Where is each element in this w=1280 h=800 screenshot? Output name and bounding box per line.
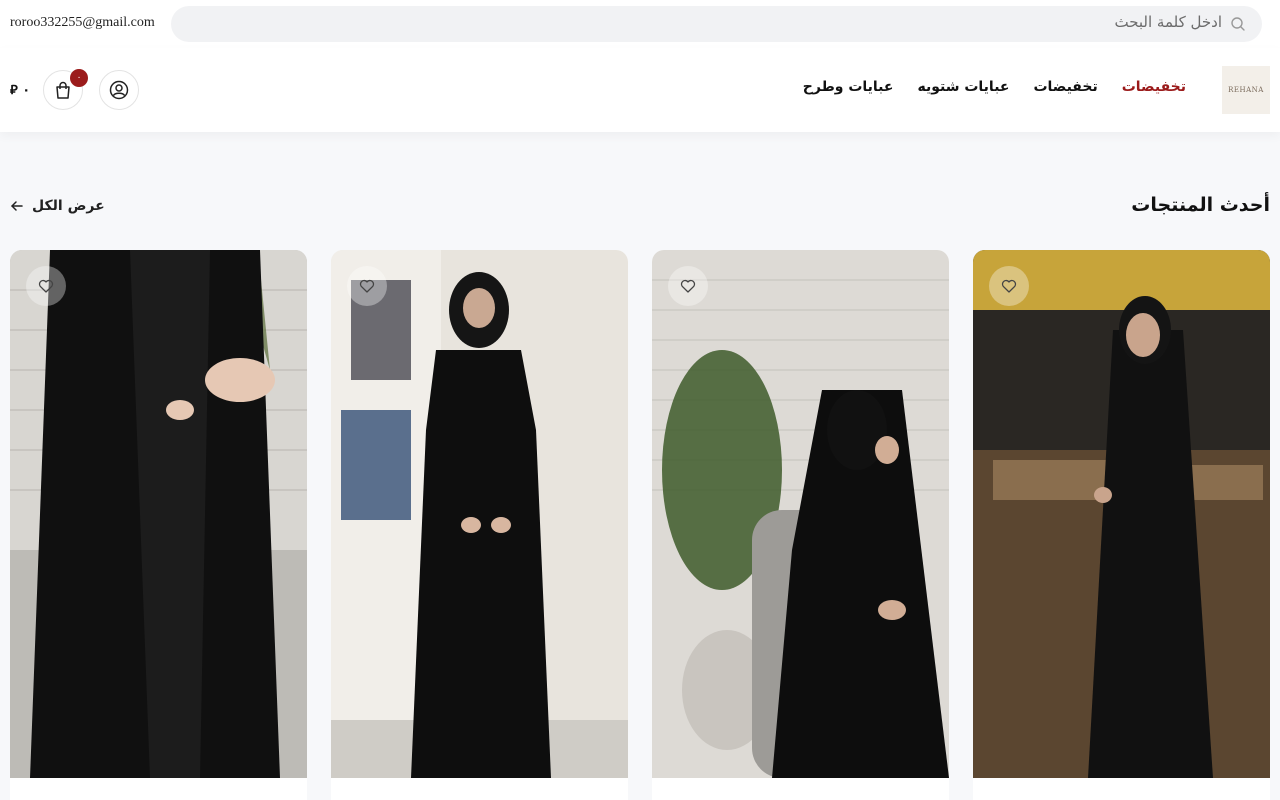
user-icon: [109, 80, 129, 100]
favorite-button[interactable]: [347, 266, 387, 306]
product-card[interactable]: [973, 250, 1270, 800]
view-all-link[interactable]: عرض الكل: [10, 198, 105, 214]
search-icon: [1231, 17, 1245, 31]
search-input[interactable]: ادخل كلمة البحث: [171, 6, 1262, 42]
heart-icon: [38, 279, 54, 293]
product-image[interactable]: [652, 250, 949, 778]
favorite-button[interactable]: [989, 266, 1029, 306]
nav-item-winter-abayas[interactable]: عبايات شتويه: [917, 79, 1009, 95]
heart-icon: [359, 279, 375, 293]
product-card[interactable]: [652, 250, 949, 800]
main-nav: عبايات وطرح عبايات شتويه تخفيضات تخفيضات: [803, 79, 1186, 95]
account-button[interactable]: [99, 70, 139, 110]
nav-item-abayas-scarves[interactable]: عبايات وطرح: [803, 79, 894, 95]
nav-item-discounts-active[interactable]: تخفيضات: [1122, 79, 1186, 95]
product-card[interactable]: [10, 250, 307, 800]
product-image[interactable]: [331, 250, 628, 778]
favorite-button[interactable]: [26, 266, 66, 306]
product-image[interactable]: [973, 250, 1270, 778]
shopping-bag-icon: [56, 81, 70, 99]
product-grid: [10, 250, 1270, 800]
product-card[interactable]: [331, 250, 628, 800]
view-all-label: عرض الكل: [32, 198, 105, 214]
cart-count-badge: ٠: [70, 69, 88, 87]
heart-icon: [680, 279, 696, 293]
heart-icon: [1001, 279, 1017, 293]
product-image[interactable]: [10, 250, 307, 778]
user-email: roroo332255@gmail.com: [10, 15, 155, 30]
section-title: أحدث المنتجات: [1131, 194, 1270, 216]
cart-total: ٠ ⃁: [10, 83, 31, 98]
favorite-button[interactable]: [668, 266, 708, 306]
store-logo[interactable]: REHANA: [1222, 66, 1270, 114]
top-bar: roroo332255@gmail.com ادخل كلمة البحث: [0, 0, 1280, 48]
main-header: REHANA عبايات وطرح عبايات شتويه تخفيضات …: [0, 48, 1280, 132]
search-placeholder: ادخل كلمة البحث: [1114, 13, 1222, 31]
arrow-left-icon: [11, 201, 23, 211]
nav-item-discounts[interactable]: تخفيضات: [1033, 79, 1097, 95]
